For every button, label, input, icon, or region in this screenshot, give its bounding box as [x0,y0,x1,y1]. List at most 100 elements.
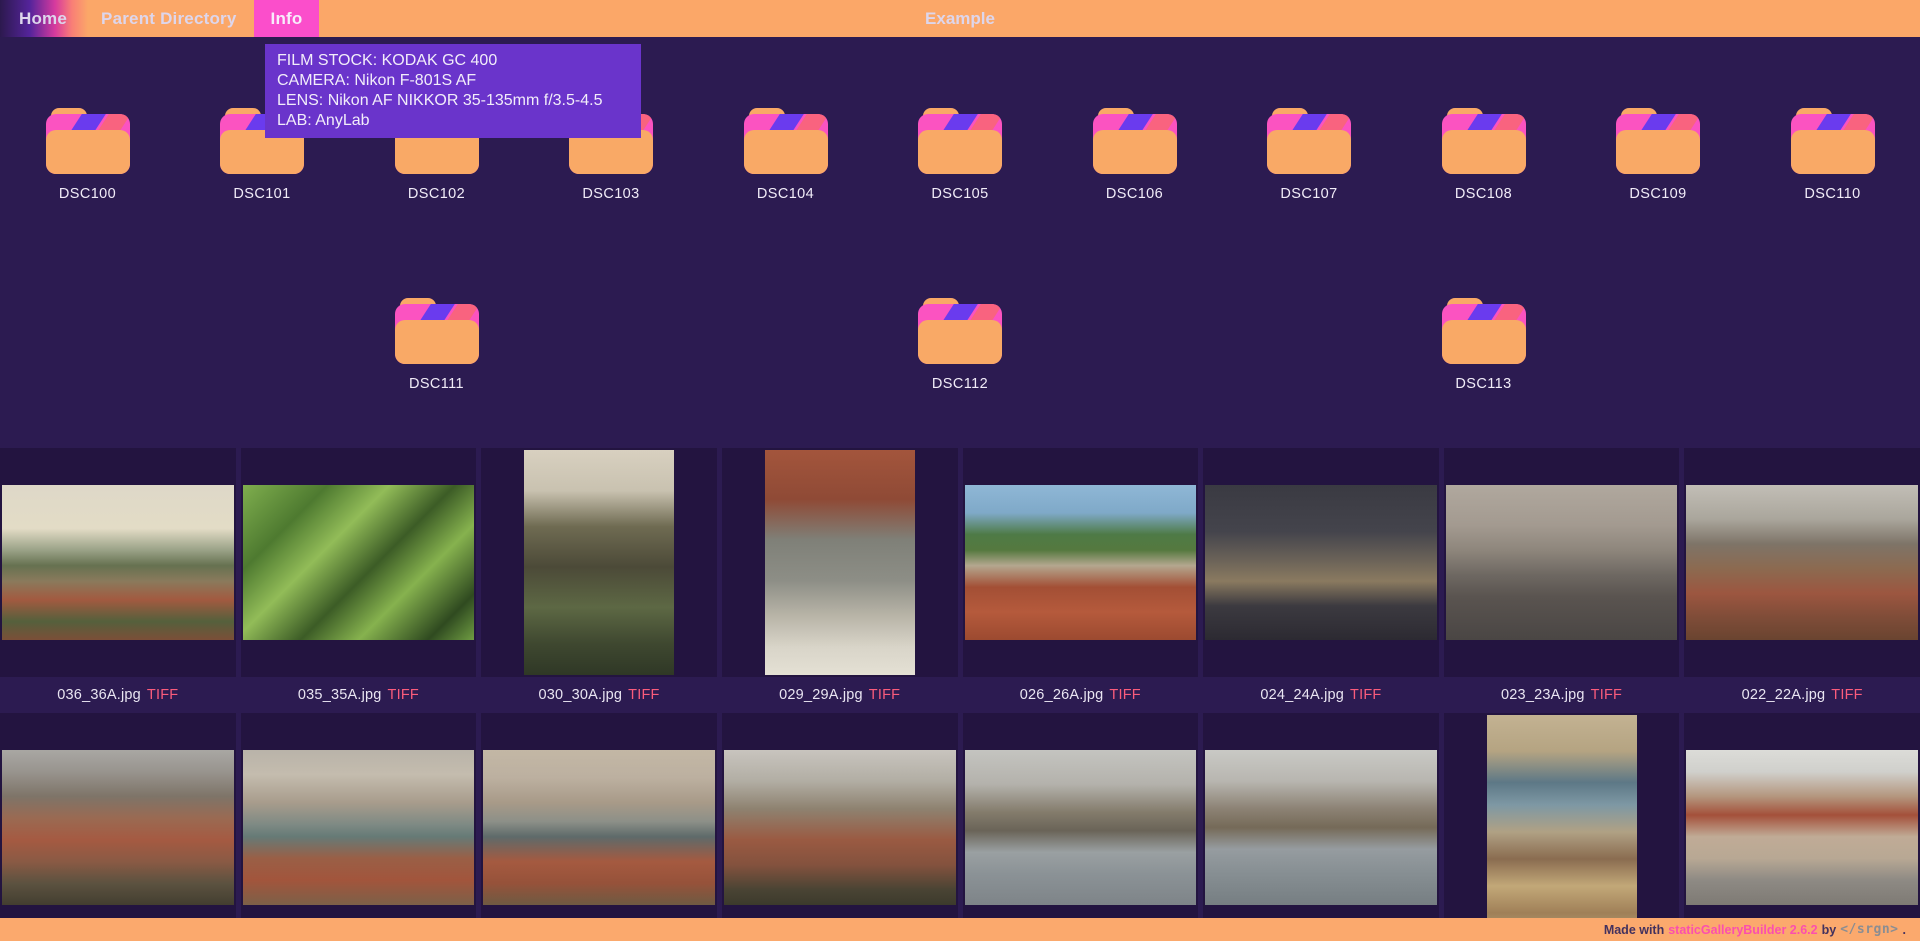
folder-icon [1791,108,1875,174]
photo-tile[interactable] [1203,713,1439,941]
photo-format-link[interactable]: TIFF [628,687,659,703]
folder-icon [1093,108,1177,174]
folder-icon [744,108,828,174]
folder-label: DSC106 [1106,186,1163,202]
footer-by-text: by [1822,923,1837,937]
photo-filename-link[interactable]: 036_36A.jpg [57,687,141,703]
photo-thumbnail-cathedral-towers-night[interactable] [1205,485,1437,640]
photo-tile[interactable] [0,713,236,941]
folder-item-dsc104[interactable]: DSC104 [699,108,873,202]
photo-cell [722,713,958,941]
photo-label-strip: 026_26A.jpg TIFF [963,677,1199,713]
folder-label: DSC107 [1280,186,1337,202]
photo-cell: 024_24A.jpg TIFF [1203,448,1439,713]
photo-tile[interactable] [722,713,958,941]
photo-format-link[interactable]: TIFF [1350,687,1381,703]
photo-thumbnail-castle-panorama[interactable] [1686,485,1918,640]
photo-format-link[interactable]: TIFF [1591,687,1622,703]
folder-label: DSC109 [1629,186,1686,202]
navbar: HomeParent DirectoryInfo Example [0,0,1920,37]
folder-item-dsc113[interactable]: DSC113 [1397,298,1571,392]
footer-builder-link[interactable]: staticGalleryBuilder 2.6.2 [1668,923,1817,937]
photo-thumbnail-misty-river-panorama[interactable] [243,750,475,905]
photo-thumbnail-hill-and-red-rooftops[interactable] [965,485,1197,640]
nav-items: HomeParent DirectoryInfo [2,0,319,37]
folder-icon [918,298,1002,364]
info-popup-line-3: LAB: AnyLab [277,111,629,131]
photo-thumbnail-city-bridge-panorama[interactable] [483,750,715,905]
photo-label-strip: 023_23A.jpg TIFF [1444,677,1680,713]
photo-cell: 036_36A.jpg TIFF [0,448,236,713]
folder-label: DSC103 [582,186,639,202]
photo-cell [1444,713,1680,941]
nav-item-home[interactable]: Home [2,0,84,37]
folder-item-dsc111[interactable]: DSC111 [350,298,524,392]
photo-cell: 029_29A.jpg TIFF [722,448,958,713]
photo-tile[interactable] [1444,713,1680,941]
photo-cell [963,713,1199,941]
photo-thumbnail-old-town-square[interactable] [1686,750,1918,905]
photo-thumbnail-city-panorama-church-spire[interactable] [2,485,234,640]
photo-tile[interactable] [0,448,236,677]
photo-grid: 036_36A.jpgTIFF035_35A.jpgTIFF030_30A.jp… [0,448,1920,941]
folder-icon [395,298,479,364]
folder-label: DSC111 [409,376,464,392]
photo-tile[interactable] [1203,448,1439,677]
folder-item-dsc109[interactable]: DSC109 [1571,108,1745,202]
photo-filename-link[interactable]: 023_23A.jpg [1501,687,1585,703]
footer-period: . [1903,923,1906,937]
photo-thumbnail-river-statue-castle[interactable] [965,750,1197,905]
folder-item-dsc106[interactable]: DSC106 [1048,108,1222,202]
folder-item-dsc108[interactable]: DSC108 [1397,108,1571,202]
photo-thumbnail-castle-hill-panorama[interactable] [2,750,234,905]
photo-cell [241,713,477,941]
srgn-logo[interactable]: </srgn> [1840,922,1898,937]
photo-tile[interactable] [481,448,717,677]
folder-icon [46,108,130,174]
photo-thumbnail-river-castle-skyline[interactable] [1205,750,1437,905]
photo-thumbnail-green-foliage[interactable] [243,485,475,640]
photo-tile[interactable] [1444,448,1680,677]
photo-thumbnail-rooftop-panorama-tree[interactable] [724,750,956,905]
photo-tile[interactable] [481,713,717,941]
photo-thumbnail-trees-over-valley[interactable] [524,450,674,675]
photo-format-link[interactable]: TIFF [1109,687,1140,703]
folder-icon [1442,108,1526,174]
photo-cell: 026_26A.jpg TIFF [963,448,1199,713]
photo-filename-link[interactable]: 035_35A.jpg [298,687,382,703]
photo-format-link[interactable]: TIFF [1831,687,1862,703]
folder-item-dsc100[interactable]: DSC100 [1,108,175,202]
photo-filename-link[interactable]: 026_26A.jpg [1020,687,1104,703]
folder-item-dsc105[interactable]: DSC105 [873,108,1047,202]
photo-filename-link[interactable]: 029_29A.jpg [779,687,863,703]
photo-filename-link[interactable]: 022_22A.jpg [1742,687,1826,703]
photo-cell: 035_35A.jpg TIFF [241,448,477,713]
info-popup: FILM STOCK: KODAK GC 400CAMERA: Nikon F-… [265,44,641,138]
nav-item-parent-directory[interactable]: Parent Directory [84,0,253,37]
photo-thumbnail-aerial-street-red-roofs[interactable] [765,450,915,675]
photo-tile[interactable] [963,713,1199,941]
folder-item-dsc107[interactable]: DSC107 [1222,108,1396,202]
folder-icon [1442,298,1526,364]
folder-item-dsc112[interactable]: DSC112 [873,298,1047,392]
photo-tile[interactable] [1684,448,1920,677]
folder-label: DSC113 [1455,376,1511,392]
photo-filename-link[interactable]: 030_30A.jpg [539,687,623,703]
info-popup-line-0: FILM STOCK: KODAK GC 400 [277,51,629,71]
photo-format-link[interactable]: TIFF [869,687,900,703]
photo-tile[interactable] [963,448,1199,677]
nav-item-info[interactable]: Info [254,0,320,37]
photo-tile[interactable] [241,713,477,941]
photo-tile[interactable] [722,448,958,677]
photo-thumbnail-crowd-in-square[interactable] [1446,485,1678,640]
photo-tile[interactable] [241,448,477,677]
photo-format-link[interactable]: TIFF [147,687,178,703]
photo-filename-link[interactable]: 024_24A.jpg [1260,687,1344,703]
photo-format-link[interactable]: TIFF [388,687,419,703]
photo-tile[interactable] [1684,713,1920,941]
photo-thumbnail-astronomical-clock[interactable] [1487,715,1637,940]
photo-label-strip: 030_30A.jpg TIFF [481,677,717,713]
folder-label: DSC108 [1455,186,1512,202]
folder-item-dsc110[interactable]: DSC110 [1746,108,1920,202]
info-popup-line-1: CAMERA: Nikon F-801S AF [277,71,629,91]
